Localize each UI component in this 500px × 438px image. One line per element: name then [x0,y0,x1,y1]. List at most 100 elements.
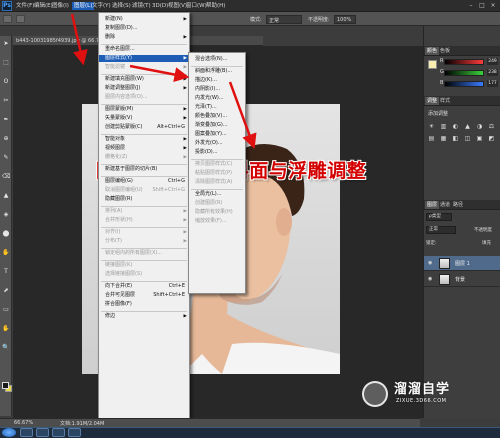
style-menu-item[interactable]: 混合选项(N)... [189,56,245,63]
taskbar-app-icon[interactable] [20,428,33,437]
menubar-2[interactable]: 图像(I) [52,2,69,10]
menubar-6[interactable]: 滤镜(T) [132,2,151,10]
style-menu-item[interactable]: 渐变叠加(G)... [189,122,245,129]
zoom-level[interactable]: 66.67% [14,420,33,426]
minimize-button[interactable]: – [466,2,476,10]
tab-layers[interactable]: 图层 [425,201,440,209]
layer-menu-item[interactable]: 新建调整图层(J) ▶ [99,85,189,92]
layer-menu-item[interactable]: 新建基于图层的切片(B) [99,166,189,173]
adjustment-icon[interactable]: ◫ [463,134,472,143]
path-select-tool-icon[interactable]: ⬈ [2,287,10,295]
move-tool-icon[interactable]: ➤ [2,40,10,48]
layer-menu-item[interactable]: 创建剪贴蒙版(C) Alt+Ctrl+G [99,124,189,131]
gradient-tool-icon[interactable]: ◈ [2,211,10,219]
brush-tool-icon[interactable]: ✎ [2,154,10,162]
dodge-tool-icon[interactable]: ✋ [2,249,10,257]
layer-menu-item[interactable]: 图层样式(Y) ▶ [99,55,189,62]
blur-tool-icon[interactable]: ⬤ [2,230,10,238]
hand-tool-icon[interactable]: ✋ [2,325,10,333]
adjustment-icon[interactable]: ☀ [427,122,436,131]
adjustment-icon[interactable]: ◩ [487,134,496,143]
channel-value-r[interactable]: 249 [487,58,498,65]
zoom-tool-icon[interactable]: 🔍 [2,344,10,352]
tab-paths[interactable]: 路径 [451,201,465,209]
layer-menu-item[interactable]: 图层蒙版(M) ▶ [99,106,189,113]
adjustment-icon[interactable]: ▲ [463,122,472,131]
tab-color[interactable]: 颜色 [425,47,440,55]
style-menu-item[interactable]: 投影(D)... [189,149,245,156]
layer-name[interactable]: 图层 1 [455,260,470,267]
layer-menu-item[interactable]: 智能对象 ▶ [99,136,189,143]
type-tool-icon[interactable]: T [2,268,10,276]
layer-menu-item[interactable]: 视频图层 ▶ [99,145,189,152]
layer-menu-item[interactable]: 合并可见图层 Shift+Ctrl+E [99,292,189,299]
adjustment-icon[interactable]: ◑ [475,122,484,131]
layer-name[interactable]: 背景 [455,276,465,283]
opacity-input[interactable]: 100% [334,15,356,24]
channel-value-g[interactable]: 238 [487,69,498,76]
shape-tool-icon[interactable]: ▭ [2,306,10,314]
tab-styles[interactable]: 样式 [438,97,452,105]
visibility-eye-icon[interactable]: ◉ [428,260,435,266]
foreground-color-swatch[interactable] [2,382,9,389]
close-button[interactable]: × [488,2,498,10]
maximize-button[interactable]: □ [477,2,487,10]
layer-menu-item[interactable]: 图层编组(G) Ctrl+G [99,178,189,185]
heal-tool-icon[interactable]: ⊕ [2,135,10,143]
menubar-3[interactable]: 图层(L) [72,2,95,10]
layer-menu-item[interactable]: 矢量蒙版(V) ▶ [99,115,189,122]
menubar-5[interactable]: 选择(S) [112,2,131,10]
adjustment-icon[interactable]: ▣ [475,134,484,143]
menubar-1[interactable]: 编辑(E) [34,2,53,10]
style-menu-item[interactable]: 全局光(L)... [189,191,245,198]
layer-menu-item[interactable]: 删除 ▶ [99,34,189,41]
layer-options-icon[interactable] [16,15,25,23]
style-menu-item[interactable]: 光泽(T)... [189,104,245,111]
menubar-9[interactable]: 窗口(W) [186,2,207,10]
style-menu-item[interactable]: 描边(K)... [189,77,245,84]
channel-slider-r[interactable] [444,59,484,65]
adjustment-icon[interactable]: ◧ [451,134,460,143]
tab-adjustments[interactable]: 调整 [425,97,440,105]
style-menu-item[interactable]: 内发光(W)... [189,95,245,102]
tab-swatches[interactable]: 色板 [438,47,452,55]
channel-value-b[interactable]: 177 [487,80,498,87]
layer-row[interactable]: ◉ 背景 [424,272,500,287]
layer-kind-filter[interactable]: ρ类型 [426,213,452,221]
menubar-7[interactable]: 3D(D) [152,2,168,10]
style-menu-item[interactable]: 外发光(O)... [189,140,245,147]
style-menu-item[interactable]: 颜色叠加(V)... [189,113,245,120]
taskbar-app-icon[interactable] [68,428,81,437]
layer-menu-item[interactable]: 隐藏图层(R) [99,196,189,203]
menubar-10[interactable]: 帮助(H) [206,2,225,10]
layer-row[interactable]: ◉ 图层 1 [424,256,500,271]
adjustment-icon[interactable]: ⚖ [487,122,496,131]
layer-menu-item[interactable]: 复制图层(D)... [99,25,189,32]
channel-slider-b[interactable] [444,81,484,87]
visibility-eye-icon[interactable]: ◉ [428,276,435,282]
layer-menu-item[interactable]: 重命名图层... [99,46,189,53]
tab-channels[interactable]: 通道 [438,201,452,209]
crop-tool-icon[interactable]: ✂ [2,97,10,105]
taskbar-app-icon[interactable] [52,428,65,437]
style-menu-item[interactable]: 图案叠加(Y)... [189,131,245,138]
eyedropper-tool-icon[interactable]: ✒ [2,116,10,124]
menubar-4[interactable]: 文字(Y) [92,2,111,10]
mode-select[interactable]: 正常 [266,15,302,24]
adjustment-icon[interactable]: ◐ [451,122,460,131]
menubar-0[interactable]: 文件(F) [16,2,34,10]
stamp-tool-icon[interactable]: ▲ [2,192,10,200]
layer-menu-item[interactable]: 修边 ▶ [99,313,189,320]
marquee-tool-icon[interactable]: ⬚ [2,59,10,67]
style-menu-item[interactable]: 斜面和浮雕(B)... [189,68,245,75]
start-button-icon[interactable] [2,428,16,437]
adjustment-icon[interactable]: ▦ [439,134,448,143]
taskbar-app-icon[interactable] [36,428,49,437]
eraser-tool-icon[interactable]: ⌫ [2,173,10,181]
blend-mode-select[interactable]: 正常 [426,226,456,234]
layer-menu-item[interactable]: 新建(N) ▶ [99,16,189,23]
adjustment-icon[interactable]: ▤ [427,134,436,143]
adjustment-icon[interactable]: ▥ [439,122,448,131]
menubar-8[interactable]: 视图(V) [168,2,187,10]
fg-color-preview[interactable] [428,60,437,69]
